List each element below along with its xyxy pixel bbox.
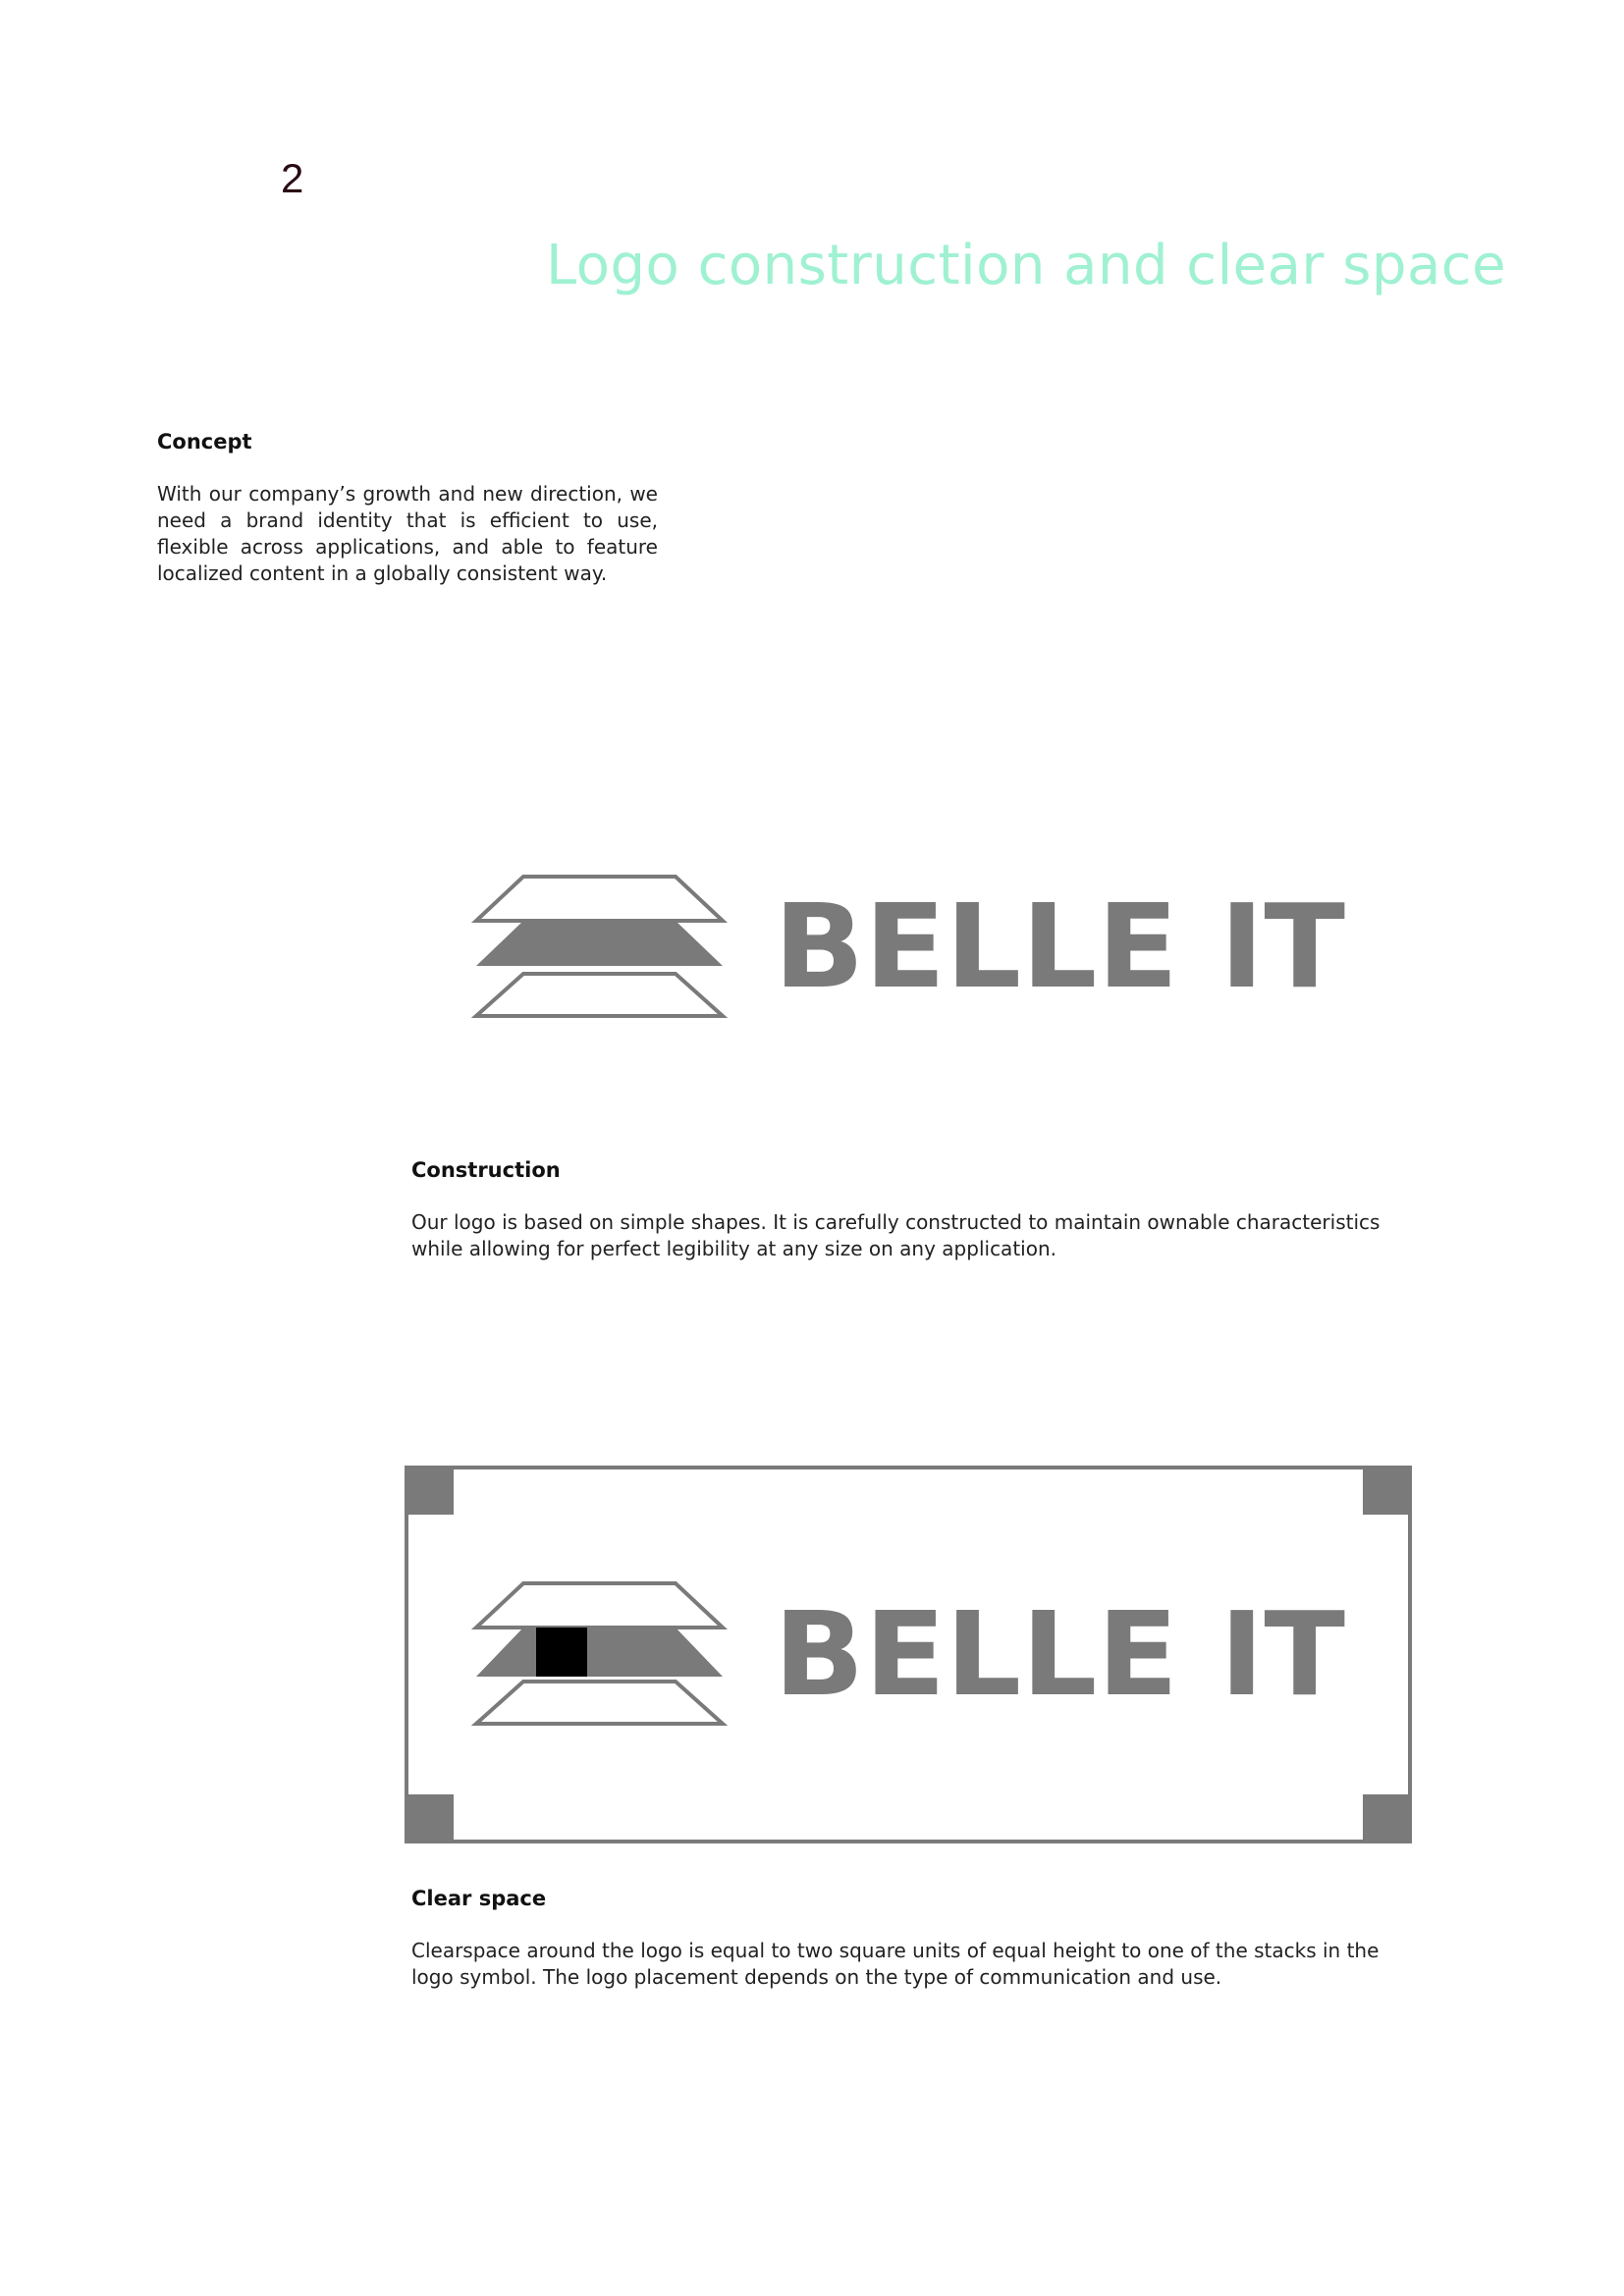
logo-wordmark: BELLE IT <box>774 879 1345 1014</box>
unit-square <box>536 1628 587 1677</box>
construction-body: Our logo is based on simple shapes. It i… <box>411 1210 1380 1260</box>
clear-space-heading: Clear space <box>411 1887 547 1910</box>
clear-space-diagram: BELLE IT <box>405 1466 1412 1843</box>
stacked-layers-icon <box>470 1581 729 1726</box>
clear-space-logo: BELLE IT <box>470 1581 1345 1726</box>
corner-unit-bottom-right <box>1363 1794 1410 1842</box>
primary-logo: BELLE IT <box>470 875 1345 1018</box>
corner-unit-bottom-left <box>406 1794 454 1842</box>
corner-unit-top-left <box>406 1468 454 1515</box>
corner-unit-top-right <box>1363 1468 1410 1515</box>
clear-space-body: Clearspace around the logo is equal to t… <box>411 1939 1380 1989</box>
stacked-layers-icon <box>470 875 729 1018</box>
logo-wordmark: BELLE IT <box>774 1586 1345 1722</box>
construction-heading: Construction <box>411 1158 561 1182</box>
